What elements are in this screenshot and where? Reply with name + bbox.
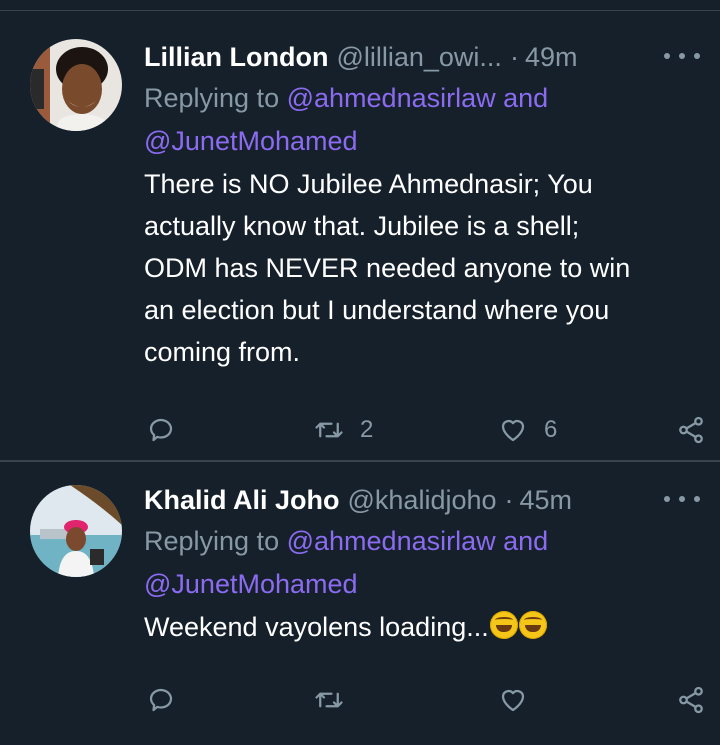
- heart-icon: [501, 689, 525, 712]
- retweet-count: 2: [360, 416, 374, 443]
- retweet-icon: [315, 422, 343, 438]
- reply-icon: [149, 688, 173, 712]
- replying-prefix: Replying to: [144, 526, 280, 556]
- reply-button[interactable]: [146, 680, 176, 720]
- user-handle[interactable]: @khalidjoho: [348, 485, 497, 516]
- tweet-text-line: There is NO Jubilee Ahmednasir; You: [144, 169, 593, 199]
- share-button[interactable]: [676, 410, 706, 450]
- more-options-icon[interactable]: [664, 41, 700, 71]
- like-button[interactable]: [498, 680, 528, 720]
- tweet-text: There is NO Jubilee Ahmednasir; You actu…: [144, 163, 700, 373]
- mention-joiner: and: [503, 526, 549, 556]
- heart-icon: [501, 419, 525, 442]
- tweet-reply[interactable]: Khalid Ali Joho @khalidjoho · 45m Replyi…: [0, 462, 720, 745]
- retweet-button[interactable]: [314, 680, 344, 720]
- tweet-actions: [0, 680, 720, 720]
- avatar[interactable]: [30, 39, 122, 131]
- timestamp[interactable]: 45m: [520, 485, 573, 516]
- share-icon: [679, 416, 703, 444]
- like-button[interactable]: 6: [498, 410, 557, 450]
- retweet-icon: [315, 692, 343, 708]
- separator: ·: [509, 41, 519, 72]
- tweet-header: Lillian London @lillian_owi... · 49m: [144, 37, 700, 77]
- tweet-text-line: actually know that. Jubilee is a shell;: [144, 211, 580, 241]
- mention-link[interactable]: @JunetMohamed: [144, 126, 358, 156]
- tweet-content: Lillian London @lillian_owi... · 49m Rep…: [144, 37, 700, 373]
- mention-link[interactable]: @ahmednasirlaw: [287, 83, 496, 113]
- replying-prefix: Replying to: [144, 83, 280, 113]
- like-count: 6: [544, 416, 558, 443]
- timestamp[interactable]: 49m: [525, 42, 578, 73]
- tweet-header: Khalid Ali Joho @khalidjoho · 45m: [144, 480, 700, 520]
- share-icon: [679, 686, 703, 714]
- rolling-laughing-emoji-icon: [489, 611, 518, 639]
- user-handle[interactable]: @lillian_owi...: [336, 42, 501, 73]
- mention-joiner: and: [503, 83, 549, 113]
- tweet-actions: 2 6: [0, 410, 720, 450]
- separator: ·: [504, 484, 514, 515]
- rolling-laughing-emoji-icon: [518, 611, 547, 639]
- mention-link[interactable]: @JunetMohamed: [144, 569, 358, 599]
- tweet-text-line: coming from.: [144, 337, 301, 367]
- mention-link[interactable]: @ahmednasirlaw: [287, 526, 496, 556]
- reply-icon: [149, 418, 173, 442]
- share-button[interactable]: [676, 680, 706, 720]
- replying-to: Replying to @ahmednasirlaw and @JunetMoh…: [144, 77, 700, 163]
- display-name[interactable]: Khalid Ali Joho: [144, 485, 340, 516]
- replying-to: Replying to @ahmednasirlaw and @JunetMoh…: [144, 520, 700, 606]
- more-options-icon[interactable]: [664, 484, 700, 514]
- retweet-button[interactable]: 2: [314, 410, 373, 450]
- tweet-text-line: ODM has NEVER needed anyone to win: [144, 253, 631, 283]
- tweet-text-line: an election but I understand where you: [144, 295, 610, 325]
- tweet-reply[interactable]: Lillian London @lillian_owi... · 49m Rep…: [0, 11, 720, 460]
- tweet-text: Weekend vayolens loading...: [144, 606, 700, 648]
- avatar[interactable]: [30, 485, 122, 577]
- tweet-text-line: Weekend vayolens loading...: [144, 612, 489, 642]
- reply-button[interactable]: [146, 410, 176, 450]
- tweet-content: Khalid Ali Joho @khalidjoho · 45m Replyi…: [144, 480, 700, 648]
- display-name[interactable]: Lillian London: [144, 42, 328, 73]
